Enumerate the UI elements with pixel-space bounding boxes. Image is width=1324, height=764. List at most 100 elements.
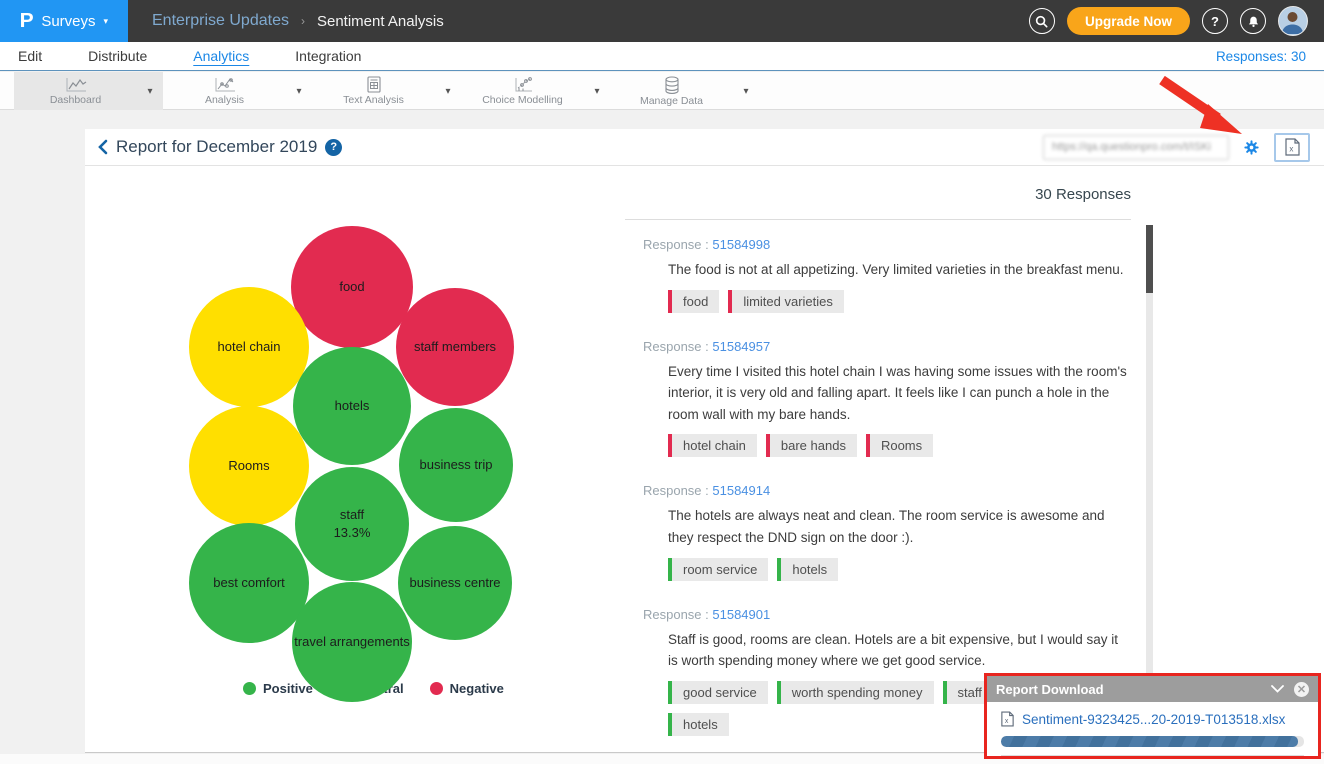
survey-menu-bar: Edit Distribute Analytics Integration Re… xyxy=(0,42,1324,71)
sentiment-analysis-page: P Surveys ▾ Enterprise Updates › Sentime… xyxy=(0,0,1324,764)
sentiment-tag-chip: food xyxy=(668,290,719,313)
breadcrumb-separator: › xyxy=(301,14,305,28)
response-meta: Response : 51584914 xyxy=(643,483,1131,498)
legend-label: Positive xyxy=(263,681,313,696)
question-mark-icon: ? xyxy=(330,141,337,153)
scatter-chart-icon xyxy=(213,77,237,93)
sentiment-bubble[interactable]: Rooms xyxy=(189,406,309,526)
response-meta: Response : 51584901 xyxy=(643,607,1131,622)
chevron-down-icon: ▾ xyxy=(104,16,109,27)
sentiment-bubble[interactable]: food xyxy=(291,226,413,348)
breadcrumb-folder[interactable]: Enterprise Updates xyxy=(152,12,289,30)
sentiment-tag-chip: worth spending money xyxy=(777,681,934,704)
response-id-link[interactable]: 51584914 xyxy=(712,483,770,498)
sentiment-tag-chip: hotel chain xyxy=(668,434,757,457)
responses-count[interactable]: Responses: 30 xyxy=(1216,49,1306,64)
product-switcher[interactable]: P Surveys ▾ xyxy=(0,0,128,42)
response-text: The food is not at all appetizing. Very … xyxy=(668,259,1131,281)
response-id-link[interactable]: 51584998 xyxy=(712,237,770,252)
question-mark-icon: ? xyxy=(1211,14,1219,29)
responses-scrollbar-thumb[interactable] xyxy=(1146,225,1153,293)
menu-edit[interactable]: Edit xyxy=(18,48,42,64)
chevron-down-icon xyxy=(1271,685,1284,693)
legend-item: Negative xyxy=(430,681,504,696)
settings-button[interactable] xyxy=(1243,139,1260,156)
legend-item: Positive xyxy=(243,681,313,696)
search-icon xyxy=(1035,15,1048,28)
tab-label: Choice Modelling xyxy=(482,94,563,106)
top-navbar: P Surveys ▾ Enterprise Updates › Sentime… xyxy=(0,0,1324,42)
download-panel-header: Report Download ✕ xyxy=(987,676,1318,702)
responses-scrollbar-track[interactable] xyxy=(1146,225,1153,705)
download-panel-footline xyxy=(1001,755,1304,756)
line-chart-icon xyxy=(64,77,88,93)
legend-dot xyxy=(243,682,256,695)
menu-analytics[interactable]: Analytics xyxy=(193,48,249,64)
database-icon xyxy=(663,76,681,94)
chevron-down-icon[interactable]: ▾ xyxy=(584,86,610,97)
chevron-down-icon[interactable]: ▾ xyxy=(733,86,759,97)
response-id-link[interactable]: 51584901 xyxy=(712,607,770,622)
sentiment-bubble[interactable]: hotel chain xyxy=(189,287,309,407)
sentiment-bubble[interactable]: staff13.3% xyxy=(295,467,409,581)
report-help-button[interactable]: ? xyxy=(325,139,342,156)
sentiment-bubble[interactable]: travel arrangements xyxy=(292,582,412,702)
tab-analysis[interactable]: Analysis ▾ xyxy=(163,72,312,110)
sentiment-bubble[interactable]: best comfort xyxy=(189,523,309,643)
response-meta: Response : 51584998 xyxy=(643,237,1131,252)
help-button[interactable]: ? xyxy=(1202,8,1228,34)
legend-dot xyxy=(430,682,443,695)
response-text: Staff is good, rooms are clean. Hotels a… xyxy=(668,629,1131,672)
responses-total-label: 30 Responses xyxy=(625,166,1131,219)
legend-label: Negative xyxy=(450,681,504,696)
export-excel-button[interactable]: x xyxy=(1274,133,1310,162)
download-progress-fill xyxy=(1001,736,1298,747)
sentiment-tag-chip: good service xyxy=(668,681,768,704)
sentiment-bubble[interactable]: staff members xyxy=(396,288,514,406)
search-button[interactable] xyxy=(1029,8,1055,34)
analytics-toolbar: Dashboard ▾ Analysis ▾ Text Analysis ▾ xyxy=(0,72,1324,110)
tab-label: Analysis xyxy=(205,94,244,106)
product-label: Surveys xyxy=(41,13,95,30)
response-id-link[interactable]: 51584957 xyxy=(712,339,770,354)
sentiment-tag-chip: room service xyxy=(668,558,768,581)
menu-distribute[interactable]: Distribute xyxy=(88,48,147,64)
response-tags: hotel chainbare handsRooms xyxy=(668,434,1131,457)
response-tags: foodlimited varieties xyxy=(668,290,1131,313)
chevron-down-icon[interactable]: ▾ xyxy=(435,86,461,97)
excel-file-icon: x xyxy=(1285,138,1300,156)
menu-integration[interactable]: Integration xyxy=(295,48,361,64)
chevron-left-icon xyxy=(97,139,108,155)
chevron-down-icon[interactable]: ▾ xyxy=(137,86,163,97)
tab-choice-modelling[interactable]: Choice Modelling ▾ xyxy=(461,72,610,110)
tab-text-analysis[interactable]: Text Analysis ▾ xyxy=(312,72,461,110)
report-title: Report for December 2019 xyxy=(116,137,317,157)
response-item: Response : 51584914 The hotels are always… xyxy=(625,483,1131,580)
upgrade-now-button[interactable]: Upgrade Now xyxy=(1067,7,1190,35)
gear-icon xyxy=(1243,139,1260,156)
sentiment-tag-chip: hotels xyxy=(777,558,838,581)
tab-label: Dashboard xyxy=(50,94,101,106)
sentiment-bubble[interactable]: business trip xyxy=(399,408,513,522)
breadcrumb-survey-name: Sentiment Analysis xyxy=(317,13,444,30)
close-button[interactable]: ✕ xyxy=(1294,682,1309,697)
back-button[interactable] xyxy=(97,139,108,155)
sentiment-bubble[interactable]: business centre xyxy=(398,526,512,640)
download-file-link[interactable]: Sentiment-9323425...20-2019-T013518.xlsx xyxy=(1022,712,1285,727)
document-grid-icon xyxy=(365,76,383,93)
notifications-button[interactable] xyxy=(1240,8,1266,34)
chevron-down-icon[interactable]: ▾ xyxy=(286,86,312,97)
response-text: The hotels are always neat and clean. Th… xyxy=(668,505,1131,548)
response-text: Every time I visited this hotel chain I … xyxy=(668,361,1131,426)
tab-manage-data[interactable]: Manage Data ▾ xyxy=(610,72,759,110)
collapse-button[interactable] xyxy=(1271,685,1284,693)
sentiment-tag-chip: hotels xyxy=(668,713,729,736)
response-item: Response : 51584957Every time I visited … xyxy=(625,339,1131,458)
user-avatar[interactable] xyxy=(1278,6,1308,36)
topbar-actions: Upgrade Now ? xyxy=(1029,6,1324,36)
breadcrumb: Enterprise Updates › Sentiment Analysis xyxy=(152,12,444,30)
sentiment-bubble[interactable]: hotels xyxy=(293,347,411,465)
share-url-input[interactable] xyxy=(1043,135,1229,160)
tab-dashboard[interactable]: Dashboard ▾ xyxy=(14,72,163,110)
response-item: Response : 51584998 The food is not at al… xyxy=(625,237,1131,313)
